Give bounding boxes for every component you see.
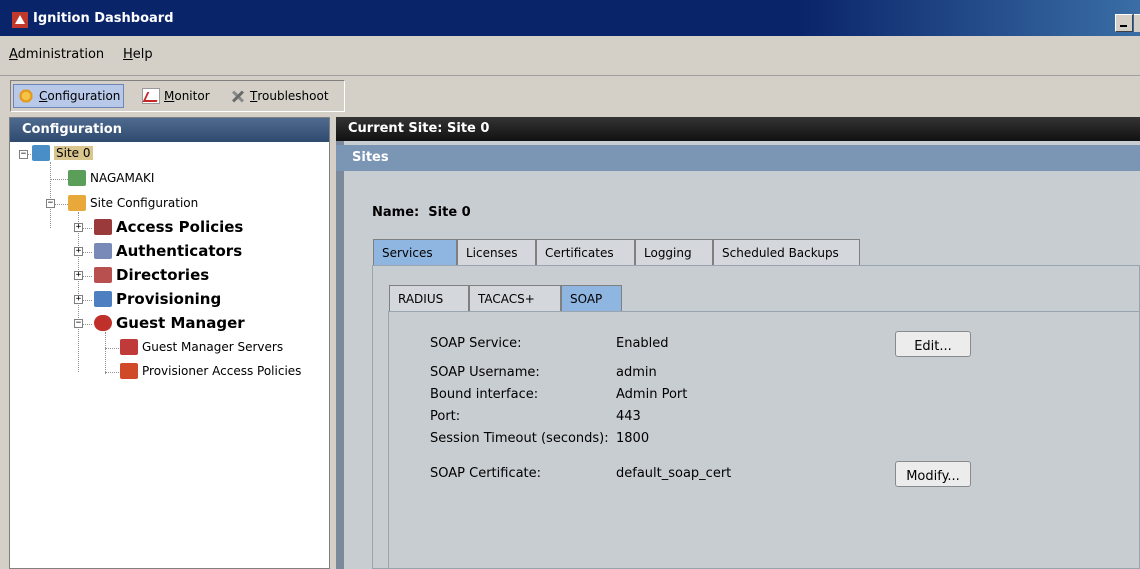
bound-interface-value: Admin Port [616,387,688,402]
edit-soap-button[interactable]: Edit... [895,331,971,357]
panel-divider[interactable] [336,117,344,569]
provisioner-access-policies-icon [120,363,138,379]
tab-scheduled-backups[interactable]: Scheduled Backups [713,239,860,265]
tab-services[interactable]: Services [373,239,457,265]
tree-node-access-policies[interactable]: Access Policies [94,218,243,236]
tree-node-authenticators[interactable]: Authenticators [94,242,242,260]
tools-icon [228,88,246,104]
expand-authenticators-toggle[interactable]: + [74,247,83,256]
soap-certificate-value: default_soap_cert [616,466,732,481]
subtab-radius[interactable]: RADIUS [389,285,469,311]
current-site-header: Current Site: Site 0 [336,117,1140,141]
guest-manager-servers-icon [120,339,138,355]
session-timeout-label: Session Timeout (seconds): [430,431,609,446]
view-toolbar: Configuration Monitor Troubleshoot [10,80,345,112]
collapse-site-toggle[interactable]: − [19,150,28,159]
tree-node-site-configuration[interactable]: Site Configuration [68,195,198,211]
configuration-panel: Configuration − Site 0 NAGAMAKI − Site C… [9,117,330,569]
port-label: Port: [430,409,461,424]
maximize-icon[interactable] [1134,14,1140,32]
soap-username-label: SOAP Username: [430,365,540,380]
monitor-button[interactable]: Monitor [139,84,213,108]
tree-node-directories[interactable]: Directories [94,266,209,284]
tree-node-site[interactable]: Site 0 [32,145,93,161]
expand-provisioning-toggle[interactable]: + [74,295,83,304]
appliance-icon [68,170,86,186]
tab-certificates[interactable]: Certificates [536,239,635,265]
collapse-guest-manager-toggle[interactable]: − [74,319,83,328]
site-name-row: Name: Site 0 [372,205,471,220]
tree-node-provisioning[interactable]: Provisioning [94,290,221,308]
minimize-icon[interactable] [1115,14,1133,32]
tree-node-provisioner-access-policies[interactable]: Provisioner Access Policies [120,363,301,379]
bound-interface-label: Bound interface: [430,387,539,402]
guest-manager-icon [94,315,112,331]
tree-node-nagamaki[interactable]: NAGAMAKI [68,170,154,186]
collapse-site-configuration-toggle[interactable]: − [46,199,55,208]
menu-bar: Administration Help [0,36,1140,76]
configuration-button[interactable]: Configuration [13,84,125,108]
gear-icon [17,88,35,104]
soap-service-label: SOAP Service: [430,336,522,351]
expand-directories-toggle[interactable]: + [74,271,83,280]
tree-node-guest-manager-servers[interactable]: Guest Manager Servers [120,339,283,355]
troubleshoot-button[interactable]: Troubleshoot [225,84,332,108]
port-value: 443 [616,409,641,424]
authenticators-icon [94,243,112,259]
tree-node-guest-manager[interactable]: Guest Manager [94,314,245,332]
menu-help[interactable]: Help [123,47,153,62]
session-timeout-value: 1800 [616,431,650,446]
soap-service-value: Enabled [616,336,669,351]
site-configuration-icon [68,195,86,211]
site-details-panel: Current Site: Site 0 Sites Name: Site 0 … [336,117,1140,569]
menu-administration[interactable]: Administration [9,47,104,62]
configuration-panel-header: Configuration [10,118,329,142]
configuration-tree: − Site 0 NAGAMAKI − Site Configuration +… [10,142,329,568]
chart-icon [142,88,160,104]
expand-access-policies-toggle[interactable]: + [74,223,83,232]
modify-certificate-button[interactable]: Modify... [895,461,971,487]
window-title: Ignition Dashboard [33,11,174,26]
provisioning-icon [94,291,112,307]
subtab-soap[interactable]: SOAP [561,285,622,311]
access-policies-icon [94,219,112,235]
soap-username-value: admin [616,365,657,380]
directories-icon [94,267,112,283]
app-logo-icon [12,12,28,28]
site-network-icon [32,145,50,161]
soap-certificate-label: SOAP Certificate: [430,466,542,481]
tab-logging[interactable]: Logging [635,239,713,265]
title-bar: Ignition Dashboard [0,0,1140,36]
tab-licenses[interactable]: Licenses [457,239,536,265]
subtab-tacacs[interactable]: TACACS+ [469,285,561,311]
sites-section-header: Sites [336,145,1140,171]
